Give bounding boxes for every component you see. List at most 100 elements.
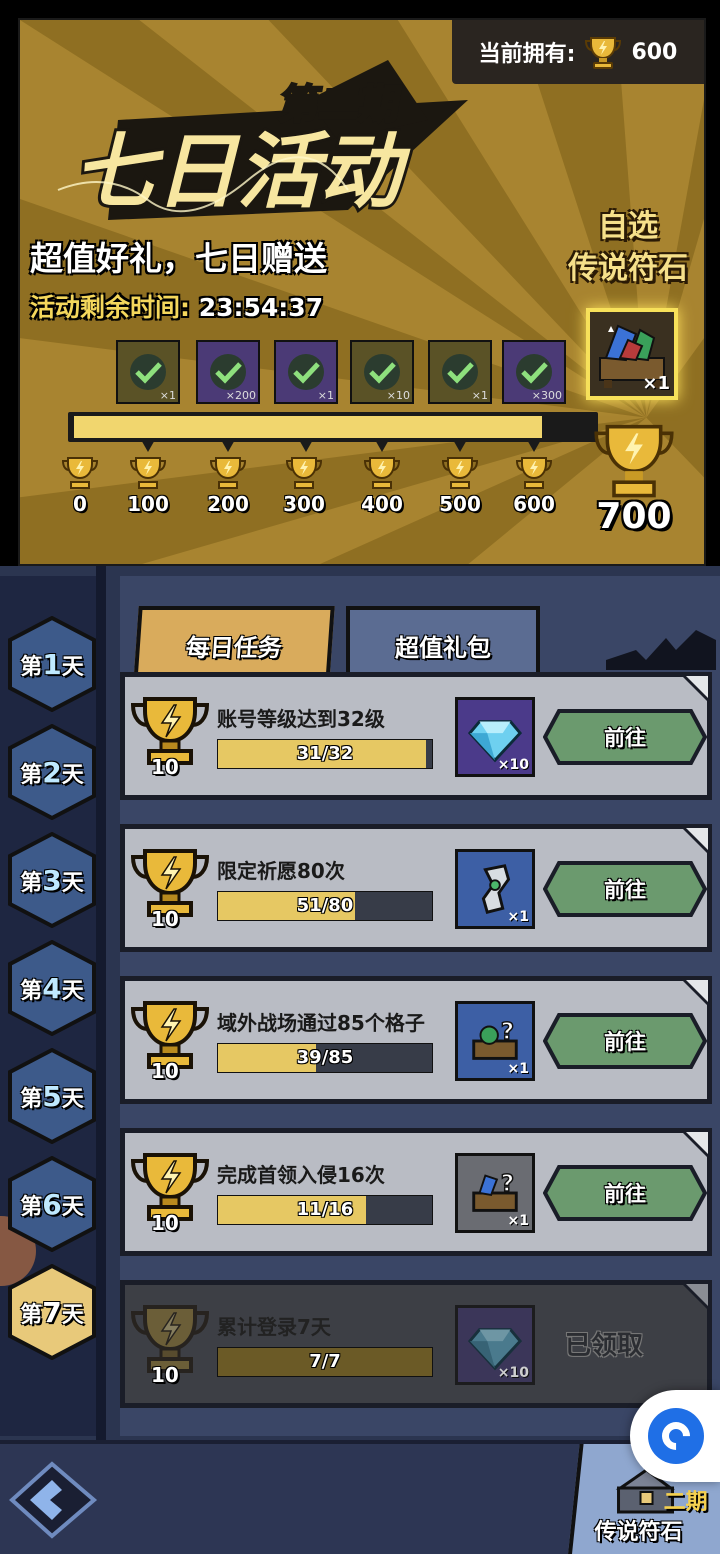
task-reward-item[interactable]: ×1 (455, 849, 535, 929)
trophy-icon (515, 457, 553, 489)
trophy-icon (209, 457, 247, 489)
owned-label: 当前拥有: (478, 42, 576, 67)
milestone-reward-1[interactable]: ×200 (196, 340, 260, 404)
day-3-button[interactable]: 第3天 (6, 832, 98, 928)
milestone-points: 600 (513, 492, 555, 516)
task-points: 10 (151, 1211, 179, 1235)
timer-value: 23:54:37 (198, 293, 324, 322)
check-icon (288, 354, 324, 390)
milestone-5: 500 (430, 452, 490, 516)
claimed-label: 已领取 (565, 1331, 644, 1361)
reward-qty: ×1 (159, 389, 176, 402)
day-7-button[interactable]: 第7天 (6, 1264, 98, 1360)
check-icon (516, 354, 552, 390)
pick-reward-title: 自选 传说符石 (568, 206, 688, 290)
task-points: 10 (151, 907, 179, 931)
trophy-icon (441, 457, 479, 489)
check-icon (442, 354, 478, 390)
timer-label: 活动剩余时间: (30, 293, 190, 322)
milestone-points: 500 (439, 492, 481, 516)
go-button-label: 前往 (604, 726, 646, 750)
chat-icon (648, 1408, 704, 1464)
corner-arrow (678, 976, 712, 1010)
day-6-button[interactable]: 第6天 (6, 1156, 98, 1252)
milestone-reward-2[interactable]: ×1 (274, 340, 338, 404)
milestone-reward-4[interactable]: ×1 (428, 340, 492, 404)
final-milestone-points: 700 (596, 496, 672, 537)
svg-text:?: ? (501, 1018, 514, 1045)
check-icon (210, 354, 246, 390)
task-progress-bar: 51/80 (217, 891, 433, 921)
svg-text:七日活动: 七日活动 (68, 124, 420, 220)
trophy-icon (285, 457, 323, 489)
task-reward-item[interactable]: ×10 (455, 1305, 535, 1385)
milestone-reward-3[interactable]: ×10 (350, 340, 414, 404)
milestone-6: 600 (504, 452, 564, 516)
milestone-reward-5[interactable]: ×300 (502, 340, 566, 404)
progress-tick (298, 438, 314, 452)
milestone-0: 0 (50, 452, 110, 516)
svg-text:第二期: 第二期 (276, 81, 404, 128)
task-points: 10 (151, 1059, 179, 1083)
task-progress-bar: 39/85 (217, 1043, 433, 1073)
final-reward-box[interactable]: ×1 (586, 308, 678, 400)
day-label: 第2天 (20, 755, 84, 789)
task-reward-item[interactable]: ? ×1 (455, 1001, 535, 1081)
milestone-points: 400 (361, 492, 403, 516)
day-1-button[interactable]: 第1天 (6, 616, 98, 712)
task-row: 10 累计登录7天 7/7 ×10 已领取 (120, 1280, 712, 1408)
back-icon[interactable] (4, 1460, 104, 1540)
go-button[interactable]: 前往 (543, 709, 707, 765)
task-row: 10 账号等级达到32级 31/32 ×10 前往 (120, 672, 712, 800)
task-name: 限定祈愿80次 (217, 859, 345, 883)
go-button[interactable]: 前往 (543, 861, 707, 917)
task-progress-text: 7/7 (309, 1351, 341, 1372)
go-button-label: 前往 (604, 878, 646, 902)
reward-qty: ×300 (531, 389, 562, 402)
milestone-3: 300 (274, 452, 334, 516)
corner-arrow (678, 1128, 712, 1162)
reward-qty: ×1 (507, 1213, 529, 1229)
task-progress-bar: 7/7 (217, 1347, 433, 1377)
progress-tick (220, 438, 236, 452)
trophy-icon (129, 457, 167, 489)
reward-qty: ×1 (317, 389, 334, 402)
check-icon (364, 354, 400, 390)
day-label: 第6天 (20, 1187, 84, 1221)
points-progress-fill (74, 416, 542, 438)
task-reward-item[interactable]: ? ×1 (455, 1153, 535, 1233)
owned-points: 当前拥有: 600 (452, 20, 704, 84)
corner-arrow (678, 672, 712, 706)
task-progress-bar: 11/16 (217, 1195, 433, 1225)
go-button-label: 前往 (604, 1182, 646, 1206)
trophy-icon (61, 457, 99, 489)
task-name: 累计登录7天 (217, 1315, 331, 1339)
milestone-reward-0[interactable]: ×1 (116, 340, 180, 404)
day-4-button[interactable]: 第4天 (6, 940, 98, 1036)
milestone-points: 300 (283, 492, 325, 516)
day-2-button[interactable]: 第2天 (6, 724, 98, 820)
milestone-points: 200 (207, 492, 249, 516)
task-row: 10 域外战场通过85个格子 39/85 ? ×1 前往 (120, 976, 712, 1104)
day-label: 第4天 (20, 971, 84, 1005)
task-row: 10 完成首领入侵16次 11/16 ? ×1 前往 (120, 1128, 712, 1256)
milestone-points: 100 (127, 492, 169, 516)
milestone-1: 100 (118, 452, 178, 516)
reward-qty: ×1 (507, 909, 529, 925)
phase-title: 第二期 (276, 81, 404, 128)
day-5-button[interactable]: 第5天 (6, 1048, 98, 1144)
task-name: 账号等级达到32级 (217, 707, 385, 731)
milestone-points: 0 (73, 492, 87, 516)
task-progress-text: 51/80 (296, 895, 354, 916)
chat-button[interactable] (630, 1390, 720, 1482)
reward-qty: ×10 (497, 757, 529, 773)
task-progress-bar: 31/32 (217, 739, 433, 769)
final-milestone: 700 (584, 420, 684, 537)
reward-qty: ×1 (471, 389, 488, 402)
task-reward-item[interactable]: ×10 (455, 697, 535, 777)
final-reward-qty: ×1 (642, 373, 670, 394)
go-button[interactable]: 前往 (543, 1013, 707, 1069)
go-button[interactable]: 前往 (543, 1165, 707, 1221)
go-button-label: 前往 (604, 1030, 646, 1054)
trophy-icon (594, 424, 674, 498)
